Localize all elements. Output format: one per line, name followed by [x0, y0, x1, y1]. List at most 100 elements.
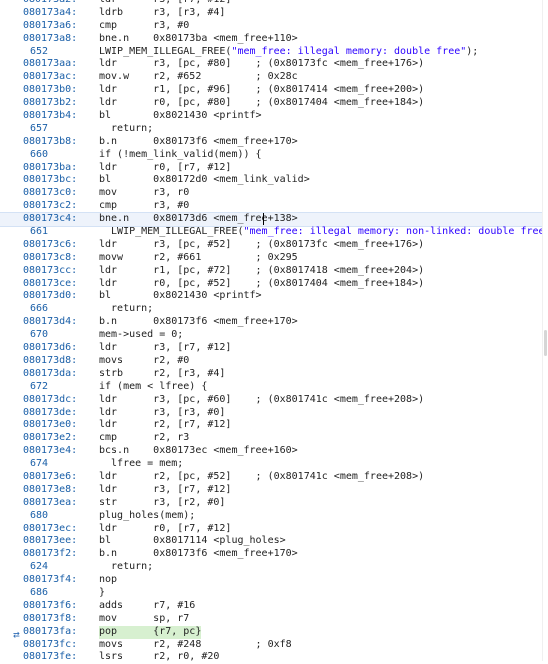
instruction-address: 080173b8: — [23, 135, 78, 147]
source-text: } — [99, 586, 106, 598]
instruction-text: ldr r3, [pc, #60] ; (0x801741c <mem_free… — [99, 393, 425, 405]
instruction-text: cmp r3, #0 — [99, 200, 190, 212]
asm-line[interactable]: 080173e8: ldr r3, [r7, #12] — [0, 484, 543, 497]
instruction-address: 080173c6: — [23, 238, 78, 250]
instruction-text: cmp r2, r3 — [99, 432, 190, 444]
asm-line[interactable]: 080173e0: ldr r2, [r7, #12] — [0, 419, 543, 432]
instruction-text: ldr r0, [pc, #52] ; (0x8017404 <mem_free… — [99, 277, 425, 289]
disassembly-view[interactable]: 080173a2: ldr r3, [r7, #12] 080173a4: ldrb … — [0, 0, 544, 664]
source-line[interactable]: 674 lfree = mem; — [0, 458, 543, 471]
asm-line[interactable]: 080173ee: bl 0x8017114 <plug_holes> — [0, 535, 543, 548]
asm-line[interactable]: 080173aa: ldr r3, [pc, #80] ; (0x80173fc … — [0, 58, 543, 71]
asm-line[interactable]: 080173ec: ldr r0, [r7, #12] — [0, 523, 543, 536]
instruction-address: 080173e2: — [23, 432, 78, 444]
instruction-text: adds r7, #16 — [99, 599, 196, 611]
asm-line[interactable]: 080173e4: bcs.n 0x80173ec <mem_free+160> — [0, 445, 543, 458]
instruction-address: 080173dc: — [23, 393, 78, 405]
instruction-address: 080173de: — [23, 406, 78, 418]
instruction-address: 080173b4: — [23, 110, 78, 122]
instruction-address: 080173d0: — [23, 290, 78, 302]
instruction-text: ldr r3, [pc, #80] ; (0x80173fc <mem_free… — [99, 58, 425, 70]
source-line-number: 657 — [30, 122, 49, 134]
asm-line[interactable]: 080173f8: mov sp, r7 — [0, 613, 543, 626]
source-line-number: 666 — [30, 303, 49, 315]
asm-line[interactable]: 080173a8: bne.n 0x80173ba <mem_free+110> — [0, 33, 543, 46]
source-line[interactable]: 680 plug_holes(mem); — [0, 510, 543, 523]
asm-line[interactable]: 080173dc: ldr r3, [pc, #60] ; (0x801741c … — [0, 394, 543, 407]
asm-line[interactable]: 080173c2: cmp r3, #0 — [0, 200, 543, 213]
instruction-text: ldr r0, [pc, #80] ; (0x8017404 <mem_free… — [99, 97, 425, 109]
asm-line[interactable]: 080173e6: ldr r2, [pc, #52] ; (0x801741c … — [0, 471, 543, 484]
source-line[interactable]: 672 if (mem < lfree) { — [0, 381, 543, 394]
asm-line[interactable]: 080173f4: nop — [0, 574, 543, 587]
source-text: plug_holes(mem); — [99, 509, 196, 521]
instruction-text: movw r2, #661 ; 0x295 — [99, 251, 298, 263]
asm-line[interactable]: 080173fe: lsrs r2, r0, #20 — [0, 651, 543, 664]
asm-line[interactable]: 080173a6: cmp r3, #0 — [0, 20, 543, 33]
instruction-text: ldr r3, [r7, #12] — [99, 0, 231, 7]
asm-line[interactable]: 080173c8: movw r2, #661 ; 0x295 — [0, 252, 543, 265]
source-line[interactable]: 670 mem->used = 0; — [0, 329, 543, 342]
asm-line[interactable]: 080173f6: adds r7, #16 — [0, 600, 543, 613]
vertical-scrollbar[interactable] — [542, 0, 548, 661]
asm-line[interactable]: 080173ac: mov.w r2, #652 ; 0x28c — [0, 71, 543, 84]
asm-line[interactable]: 080173de: ldr r3, [r3, #0] — [0, 407, 543, 420]
source-line-number: 686 — [30, 586, 49, 598]
source-line-number: 661 — [30, 226, 49, 238]
instruction-address: 080173e4: — [23, 445, 78, 457]
asm-line[interactable]: 080173f2: b.n 0x80173f6 <mem_free+170> — [0, 548, 543, 561]
asm-line[interactable]: 080173fa: pop {r7, pc} — [0, 625, 543, 639]
source-line-number: 660 — [30, 148, 49, 160]
asm-line[interactable]: 080173cc: ldr r1, [pc, #72] ; (0x8017418 … — [0, 265, 543, 278]
asm-line[interactable]: 080173d4: b.n 0x80173f6 <mem_free+170> — [0, 316, 543, 329]
instruction-address: 080173c8: — [23, 251, 78, 263]
asm-line[interactable]: 080173c6: ldr r3, [pc, #52] ; (0x80173fc … — [0, 239, 543, 252]
asm-line[interactable]: 080173b4: bl 0x8021430 <printf> — [0, 110, 543, 123]
instruction-address: 080173ee: — [23, 535, 78, 547]
instruction-text: str r3, [r2, #0] — [99, 496, 226, 508]
asm-line[interactable]: 080173ba: ldr r0, [r7, #12] — [0, 162, 543, 175]
asm-line[interactable]: 080173c4: bne.n 0x80173d6 <mem_free+138> — [0, 212, 544, 228]
asm-line[interactable]: 080173d8: movs r2, #0 — [0, 355, 543, 368]
instruction-address: 080173d4: — [23, 316, 78, 328]
asm-line[interactable]: 080173b0: ldr r1, [pc, #96] ; (0x8017414 … — [0, 84, 543, 97]
asm-line[interactable]: 080173e2: cmp r2, r3 — [0, 432, 543, 445]
source-line[interactable]: 686} — [0, 587, 543, 600]
source-line[interactable]: 657 return; — [0, 123, 543, 136]
asm-line[interactable]: 080173a4: ldrb r3, [r3, #4] — [0, 7, 543, 20]
instruction-address: 080173fe: — [23, 651, 78, 663]
source-line[interactable]: 660 if (!mem_link_valid(mem)) { — [0, 149, 543, 162]
source-line[interactable]: 666 return; — [0, 303, 543, 316]
instruction-address: 080173a4: — [23, 6, 78, 18]
asm-line[interactable]: 080173bc: bl 0x80172d0 <mem_link_valid> — [0, 174, 543, 187]
instruction-text: bl 0x8017114 <plug_holes> — [99, 535, 286, 547]
instruction-text: ldr r3, [pc, #52] ; (0x80173fc <mem_free… — [99, 238, 425, 250]
source-line[interactable]: 624 return; — [0, 561, 543, 574]
source-line[interactable]: 661 LWIP_MEM_ILLEGAL_FREE("mem_free: ill… — [0, 226, 543, 239]
asm-line[interactable]: 080173b8: b.n 0x80173f6 <mem_free+170> — [0, 136, 543, 149]
source-line[interactable]: 652 LWIP_MEM_ILLEGAL_FREE("mem_free: ille… — [0, 46, 543, 59]
instruction-pointer-icon: ⇄ — [13, 628, 20, 641]
instruction-text: ldrb r3, [r3, #4] — [99, 6, 226, 18]
instruction-text: ldr r1, [pc, #72] ; (0x8017418 <mem_free… — [99, 264, 425, 276]
scrollbar-thumb[interactable] — [544, 330, 547, 356]
asm-line[interactable]: 080173a2: ldr r3, [r7, #12] — [0, 0, 543, 7]
instruction-text: ldr r3, [r7, #12] — [99, 483, 232, 495]
asm-line[interactable]: 080173ce: ldr r0, [pc, #52] ; (0x8017404 … — [0, 278, 543, 291]
string-literal: "mem_free: illegal memory: non-linked: d… — [243, 226, 544, 238]
asm-line[interactable]: 080173da: strb r2, [r3, #4] — [0, 368, 543, 381]
asm-line[interactable]: 080173d0: bl 0x8021430 <printf> — [0, 290, 543, 303]
source-text: LWIP_MEM_ILLEGAL_FREE("mem_free: illegal… — [99, 45, 479, 57]
asm-line[interactable]: 080173fc: movs r2, #248 ; 0xf8 — [0, 639, 543, 652]
instruction-text: ldr r2, [pc, #52] ; (0x801741c <mem_free… — [99, 470, 425, 482]
asm-line[interactable]: 080173d6: ldr r3, [r7, #12] — [0, 342, 543, 355]
text-caret — [263, 213, 264, 225]
source-text: return; — [99, 122, 154, 134]
asm-line[interactable]: 080173b2: ldr r0, [pc, #80] ; (0x8017404 … — [0, 97, 543, 110]
instruction-address: 080173ec: — [23, 522, 78, 534]
instruction-address: 080173f4: — [23, 574, 78, 586]
asm-line[interactable]: 080173c0: mov r3, r0 — [0, 187, 543, 200]
instruction-text: cmp r3, #0 — [99, 19, 190, 31]
asm-line[interactable]: 080173ea: str r3, [r2, #0] — [0, 497, 543, 510]
instruction-address: 080173c4: — [23, 213, 78, 225]
